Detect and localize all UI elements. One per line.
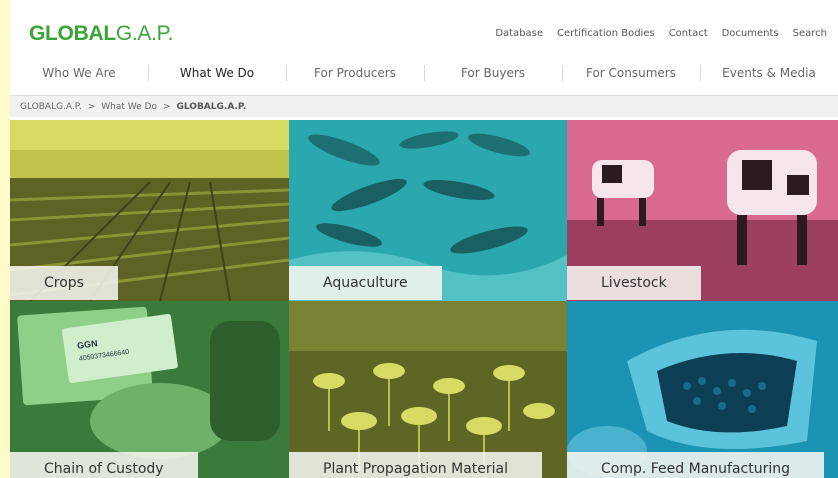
breadcrumb-current: GLOBALG.A.P. bbox=[176, 102, 247, 112]
tile-aquaculture[interactable]: Aquaculture bbox=[289, 120, 567, 301]
tile-label: Chain of Custody bbox=[10, 452, 198, 478]
page: GLOBALG.A.P. Database Certification Bodi… bbox=[10, 0, 838, 478]
nav-events-media[interactable]: Events & Media bbox=[700, 58, 838, 88]
tile-label: Comp. Feed Manufacturing bbox=[567, 452, 824, 478]
main-nav: Who We Are What We Do For Producers For … bbox=[10, 58, 838, 88]
util-link-contact[interactable]: Contact bbox=[669, 28, 708, 39]
tile-label: Crops bbox=[10, 266, 118, 300]
tile-livestock[interactable]: Livestock bbox=[567, 120, 838, 301]
nav-for-producers[interactable]: For Producers bbox=[286, 58, 424, 88]
tile-label: Plant Propagation Material bbox=[289, 452, 543, 478]
tile-label: Livestock bbox=[567, 266, 701, 300]
nav-for-buyers[interactable]: For Buyers bbox=[424, 58, 562, 88]
tile-plant-propagation-material[interactable]: Plant Propagation Material bbox=[289, 301, 567, 478]
nav-for-consumers[interactable]: For Consumers bbox=[562, 58, 700, 88]
utility-nav: Database Certification Bodies Contact Do… bbox=[481, 28, 827, 39]
util-link-search[interactable]: Search bbox=[793, 28, 827, 39]
logo-light-text: G.A.P. bbox=[115, 22, 174, 45]
tile-crops[interactable]: Crops bbox=[10, 120, 289, 301]
tile-comp-feed-manufacturing[interactable]: Comp. Feed Manufacturing bbox=[567, 301, 838, 478]
tile-label: Aquaculture bbox=[289, 266, 442, 300]
util-link-database[interactable]: Database bbox=[495, 28, 543, 39]
logo-bold-text: GLOBAL bbox=[29, 22, 116, 45]
tile-chain-of-custody[interactable]: GGN 4050373466640 Chain of Custody bbox=[10, 301, 289, 478]
program-tiles: Crops Aquaculture Livestock GGN 40503734… bbox=[10, 120, 838, 478]
nav-what-we-do[interactable]: What We Do bbox=[148, 58, 286, 88]
breadcrumb-home[interactable]: GLOBALG.A.P. bbox=[20, 102, 82, 112]
breadcrumb: GLOBALG.A.P. > What We Do > GLOBALG.A.P. bbox=[10, 95, 838, 117]
nav-who-we-are[interactable]: Who We Are bbox=[10, 58, 148, 88]
breadcrumb-separator: > bbox=[162, 102, 171, 112]
util-link-certification-bodies[interactable]: Certification Bodies bbox=[557, 28, 655, 39]
util-link-documents[interactable]: Documents bbox=[722, 28, 779, 39]
globalgap-logo[interactable]: GLOBALG.A.P. bbox=[29, 22, 174, 46]
breadcrumb-separator: > bbox=[87, 102, 96, 112]
breadcrumb-what-we-do[interactable]: What We Do bbox=[101, 102, 157, 112]
